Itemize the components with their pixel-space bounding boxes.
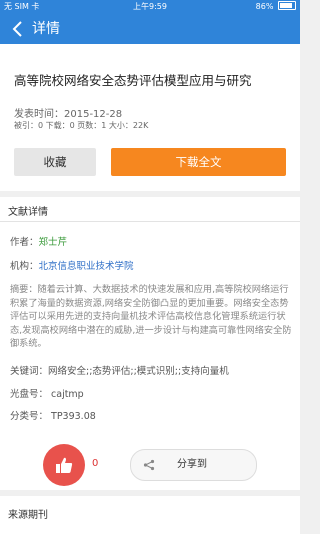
battery-percent: 86% [255, 2, 274, 11]
like-count: 0 [92, 458, 99, 469]
org-row: 机构：北京信息职业技术学院 [10, 258, 134, 272]
top-bar: 无 SIM 卡 上午9:59 86% 详情 [0, 0, 300, 44]
battery-status: 86% [256, 0, 296, 14]
details-section-title: 文献详情 [8, 207, 48, 218]
like-button[interactable] [43, 444, 85, 486]
article-stats: 被引：0 下载：0 页数：1 大小：22K [14, 121, 149, 130]
thumbs-up-icon [56, 457, 73, 473]
author-link[interactable]: 郑士芹 [39, 237, 68, 248]
keywords-row: 关键词：网络安全;;态势评估;;模式识别;;支持向量机 [10, 366, 229, 377]
author-label: 作者： [10, 237, 39, 248]
back-button[interactable] [8, 19, 28, 39]
abstract-text: 摘要：随着云计算、大数据技术的快速发展和应用,高等院校网络运行积累了海量的数据资… [10, 284, 292, 349]
source-card: 来源期刊 [0, 496, 300, 534]
download-button[interactable]: 下载全文 [111, 148, 286, 176]
source-section-title: 来源期刊 [8, 510, 48, 521]
divider [0, 221, 300, 222]
battery-icon [278, 1, 296, 10]
share-button[interactable]: 分享到 [130, 449, 257, 481]
chevron-left-icon [12, 21, 22, 37]
share-icon [143, 459, 155, 471]
author-row: 作者：郑士芹 [10, 234, 67, 248]
nav-bar: 详情 [0, 14, 300, 44]
classification-row: 分类号： TP393.08 [10, 411, 96, 422]
favorite-button[interactable]: 收藏 [14, 148, 96, 176]
org-link[interactable]: 北京信息职业技术学院 [39, 261, 134, 272]
page-title: 详情 [32, 21, 60, 37]
share-label: 分享到 [177, 459, 207, 470]
article-title: 高等院校网络安全态势评估模型应用与研究 [14, 73, 252, 88]
details-card: 文献详情 作者：郑士芹 机构：北京信息职业技术学院 摘要：随着云计算、大数据技术… [0, 197, 300, 490]
org-label: 机构： [10, 261, 39, 272]
status-bar: 无 SIM 卡 上午9:59 86% [0, 0, 300, 14]
article-header: 高等院校网络安全态势评估模型应用与研究 发表时间：2015-12-28 被引：0… [0, 44, 300, 191]
publish-date: 发表时间：2015-12-28 [14, 109, 123, 120]
disc-row: 光盘号： cajtmp [10, 389, 84, 400]
